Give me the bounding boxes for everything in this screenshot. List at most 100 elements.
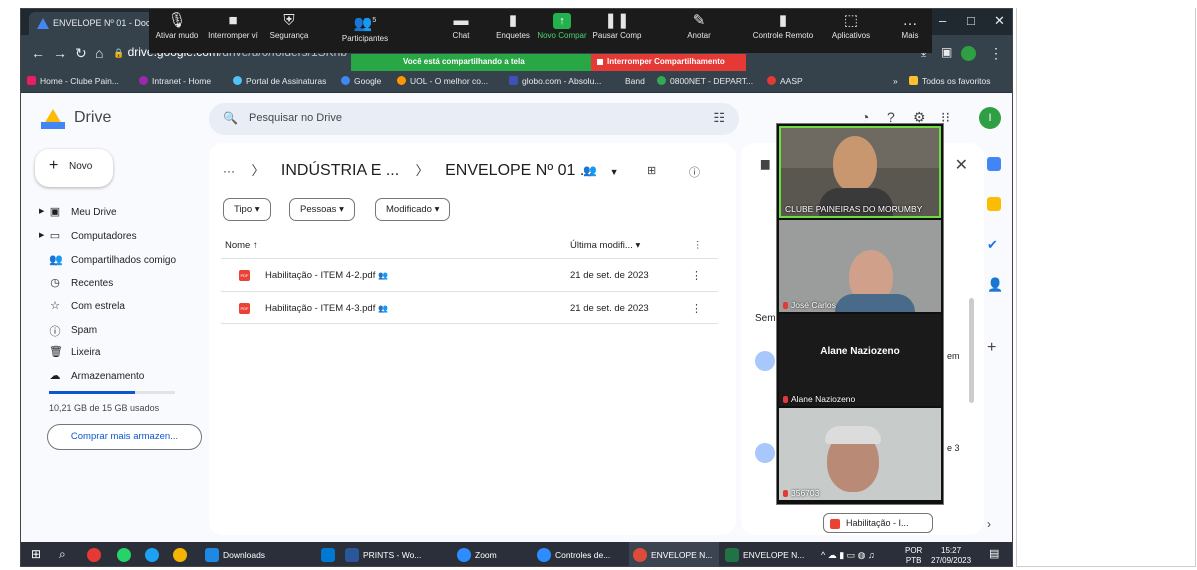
chevron-down-icon[interactable]: ▼ xyxy=(610,167,619,177)
bookmark-portal[interactable]: Portal de Assinaturas xyxy=(233,76,326,86)
sidebar-item-shared[interactable]: 👥 Compartilhados comigo xyxy=(35,253,205,273)
participants-button[interactable]: 👥5 Participantes xyxy=(335,11,395,43)
taskbar-word[interactable]: PRINTS - Wo... xyxy=(341,542,451,566)
bookmark-0800net[interactable]: 0800NET - DEPART... xyxy=(657,76,753,86)
app-icon[interactable] xyxy=(87,548,101,562)
expand-arrow-icon[interactable]: ▶ xyxy=(39,207,44,215)
video-tile[interactable]: 356703 xyxy=(779,408,941,500)
stop-sharing-button[interactable]: Interromper Compartilhamento xyxy=(591,54,746,71)
avatar xyxy=(755,443,775,463)
add-addon-icon[interactable]: + xyxy=(987,339,1001,356)
polls-button[interactable]: ▮ Enquetes xyxy=(493,11,533,40)
info-icon[interactable]: ⓘ xyxy=(689,164,700,180)
chrome-icon[interactable] xyxy=(173,548,187,562)
contacts-icon[interactable]: 👤 xyxy=(987,277,1003,292)
profile-avatar[interactable] xyxy=(961,46,976,61)
grid-view-icon[interactable]: ⊞ xyxy=(647,164,656,177)
breadcrumb-current[interactable]: ENVELOPE Nº 01 ... xyxy=(445,162,593,179)
sidebar-item-computers[interactable]: ▶ ▭ Computadores xyxy=(35,229,205,249)
bookmark-aasp[interactable]: AASP xyxy=(767,76,803,86)
browser-tab[interactable]: ENVELOPE Nº 01 - Doc xyxy=(29,12,159,35)
video-tile[interactable]: CLUBE PAINEIRAS DO MORUMBY xyxy=(779,126,941,218)
pause-share-button[interactable]: ❚❚ Pausar Comp xyxy=(591,11,643,40)
sidebar-item-spam[interactable]: ⓘ Spam xyxy=(35,323,205,343)
row-menu-icon[interactable]: ⋮ xyxy=(691,269,702,282)
new-share-button[interactable]: ↑ Novo Compar xyxy=(535,11,589,40)
notification-icon[interactable]: ▤ xyxy=(989,549,999,560)
edge-icon[interactable] xyxy=(145,548,159,562)
column-modified[interactable]: Última modifi... ▾ xyxy=(570,240,640,251)
keep-icon[interactable] xyxy=(987,197,1001,211)
video-tile[interactable]: José Carlos xyxy=(779,220,941,312)
taskbar-zoom-controls[interactable]: Controles de... xyxy=(533,542,627,566)
bookmark-band[interactable]: Band xyxy=(625,76,645,86)
taskbar-downloads[interactable]: Downloads xyxy=(201,542,311,566)
annotate-button[interactable]: ✎ Anotar xyxy=(679,11,719,40)
taskbar-excel-envelope[interactable]: ENVELOPE N... xyxy=(721,542,811,566)
file-chip[interactable]: Habilitação - I... xyxy=(823,513,933,533)
bookmark-google[interactable]: Google xyxy=(341,76,381,86)
avatar xyxy=(755,351,775,371)
apps-button[interactable]: ⬚ Aplicativos xyxy=(825,11,877,40)
more-button[interactable]: … Mais xyxy=(893,11,927,40)
close-window-button[interactable]: ✕ xyxy=(994,13,1005,29)
video-tile[interactable]: Alane Naziozeno Alane Naziozeno xyxy=(779,314,941,406)
sharing-status: Você está compartilhando a tela xyxy=(351,54,591,71)
more-options-icon[interactable]: ⋮ xyxy=(693,240,703,251)
new-button[interactable]: + Novo xyxy=(35,149,113,187)
mute-button[interactable]: 🎙 Ativar mudo xyxy=(153,11,201,40)
windows-start-icon[interactable]: ⊞ xyxy=(31,542,41,566)
filter-options-icon[interactable]: ☷ xyxy=(713,110,725,126)
filter-modified[interactable]: Modificado ▾ xyxy=(375,198,451,221)
security-button[interactable]: ⛨ Segurança xyxy=(263,11,315,40)
forward-icon[interactable]: → xyxy=(53,45,67,61)
table-row[interactable]: PDF Habilitação - ITEM 4-2.pdf 👥 21 de s… xyxy=(221,258,718,291)
sidebar-item-my-drive[interactable]: ▶ ▣ Meu Drive xyxy=(35,205,205,225)
whatsapp-icon[interactable] xyxy=(117,548,131,562)
search-icon[interactable]: ⌕ xyxy=(59,542,66,566)
system-tray-icons[interactable]: ^ ☁ ▮ ▭ ◍ ♫ xyxy=(821,550,875,560)
row-menu-icon[interactable]: ⋮ xyxy=(691,302,702,315)
details-scrollbar[interactable] xyxy=(969,298,974,403)
home-icon[interactable]: ⌂ xyxy=(95,45,103,61)
filter-type[interactable]: Tipo ▾ xyxy=(223,198,271,221)
clock[interactable]: 15:27 27/09/2023 xyxy=(931,546,971,566)
sidebar-item-storage[interactable]: ☁ Armazenamento xyxy=(35,369,205,389)
chat-button[interactable]: ▬ Chat xyxy=(441,11,481,40)
calendar-icon[interactable] xyxy=(987,157,1001,171)
breadcrumb-more[interactable]: ··· xyxy=(223,164,235,178)
filter-people[interactable]: Pessoas ▾ xyxy=(289,198,355,221)
column-name[interactable]: Nome ↑ xyxy=(225,240,258,251)
maximize-button[interactable]: □ xyxy=(967,13,975,28)
bookmark-globo[interactable]: globo.com - Absolu... xyxy=(509,76,601,86)
reload-icon[interactable]: ↻ xyxy=(75,45,87,62)
bookmarks-overflow[interactable]: » xyxy=(893,76,898,86)
account-avatar[interactable]: I xyxy=(979,107,1001,129)
outlook-icon[interactable] xyxy=(321,548,335,562)
back-icon[interactable]: ← xyxy=(31,45,45,61)
all-bookmarks[interactable]: Todos os favoritos xyxy=(909,76,991,86)
taskbar-chrome-envelope[interactable]: ENVELOPE N... xyxy=(629,542,719,566)
expand-arrow-icon[interactable]: ▶ xyxy=(39,231,44,239)
bookmark-uol[interactable]: UOL - O melhor co... xyxy=(397,76,488,86)
remote-control-button[interactable]: ▮ Controle Remoto xyxy=(745,11,821,40)
bookmark-intranet[interactable]: Intranet - Home xyxy=(139,76,211,86)
search-icon: 🔍 xyxy=(223,111,238,125)
bookmark-clube[interactable]: Home - Clube Pain... xyxy=(27,76,119,86)
search-input[interactable]: 🔍 Pesquisar no Drive ☷ xyxy=(209,103,739,135)
sidepanel-icon[interactable]: ▣ xyxy=(941,45,952,59)
sidebar-item-trash[interactable]: 🗑 Lixeira xyxy=(35,345,205,365)
stop-video-button[interactable]: ■ Interromper ví xyxy=(203,11,263,40)
taskbar-zoom[interactable]: Zoom xyxy=(453,542,531,566)
menu-icon[interactable]: ⋮ xyxy=(989,45,1003,62)
sidebar-item-starred[interactable]: ☆ Com estrela xyxy=(35,299,205,319)
minimize-button[interactable]: – xyxy=(939,13,946,28)
tasks-icon[interactable]: ✔ xyxy=(987,237,1001,252)
language-indicator[interactable]: POR PTB xyxy=(905,546,922,566)
breadcrumb-parent[interactable]: INDÚSTRIA E ... xyxy=(281,162,399,179)
table-row[interactable]: PDF Habilitação - ITEM 4-3.pdf 👥 21 de s… xyxy=(221,291,718,324)
chevron-right-icon[interactable]: › xyxy=(987,517,1001,531)
sidebar-item-recent[interactable]: ◷ Recentes xyxy=(35,276,205,296)
buy-storage-button[interactable]: Comprar mais armazen... xyxy=(47,424,202,450)
close-details-icon[interactable]: ✕ xyxy=(955,155,968,175)
